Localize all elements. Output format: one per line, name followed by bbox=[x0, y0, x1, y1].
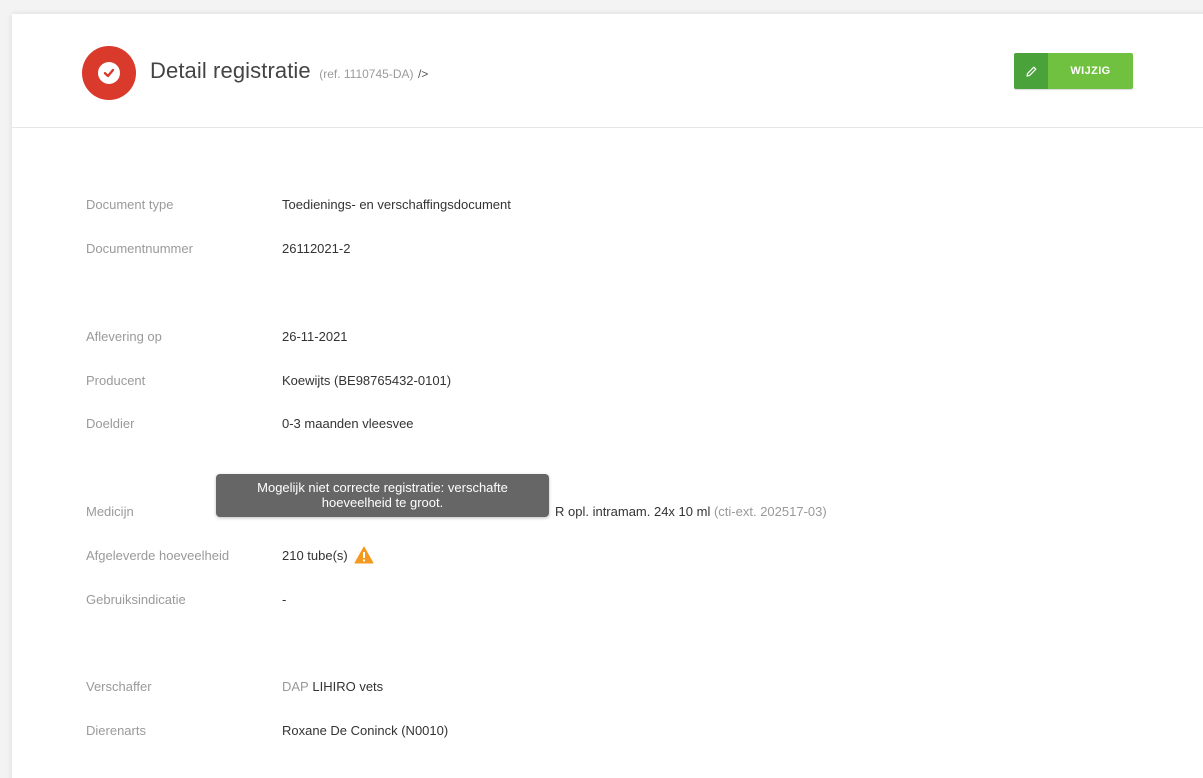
warning-triangle-icon[interactable] bbox=[354, 546, 374, 564]
edit-button-label: WIJZIG bbox=[1048, 53, 1133, 89]
row-documentnummer: Documentnummer 26112021-2 bbox=[86, 238, 1086, 258]
value-afgeleverde-hoeveelheid: 210 tube(s) bbox=[282, 546, 374, 564]
warning-icon-svg bbox=[354, 546, 374, 564]
edit-button[interactable]: WIJZIG bbox=[1014, 53, 1133, 89]
medicijn-name: R opl. intramam. 24x 10 ml bbox=[555, 503, 711, 519]
value-gebruiksindicatie: - bbox=[282, 591, 287, 607]
row-doeldier: Doeldier 0-3 maanden vleesvee bbox=[86, 413, 1086, 433]
check-icon bbox=[103, 68, 115, 78]
label-producent: Producent bbox=[86, 372, 146, 388]
verschaffer-prefix: DAP bbox=[282, 678, 309, 694]
row-gebruiksindicatie: Gebruiksindicatie - bbox=[86, 589, 1086, 609]
page-title: Detail registratie bbox=[150, 58, 311, 83]
label-dierenarts: Dierenarts bbox=[86, 722, 146, 738]
value-aflevering-op: 26-11-2021 bbox=[282, 328, 348, 344]
reference-number: (ref. 1110745-DA) bbox=[319, 67, 414, 81]
edit-icon-box bbox=[1014, 53, 1048, 89]
label-afgeleverde-hoeveelheid: Afgeleverde hoeveelheid bbox=[86, 547, 230, 563]
warning-tooltip: Mogelijk niet correcte registratie: vers… bbox=[216, 474, 549, 517]
reference-suffix: /> bbox=[417, 67, 429, 81]
quantity-text: 210 tube(s) bbox=[282, 547, 348, 563]
value-verschaffer: DAP LIHIRO vets bbox=[282, 679, 383, 694]
tooltip-line-1: Mogelijk niet correcte registratie: vers… bbox=[257, 480, 508, 495]
page-title-group: Detail registratie (ref. 1110745-DA) /> bbox=[150, 58, 428, 84]
row-aflevering-op: Aflevering op 26-11-2021 bbox=[86, 326, 1086, 346]
label-gebruiksindicatie: Gebruiksindicatie bbox=[86, 591, 186, 607]
value-dierenarts: Roxane De Coninck (N0010) bbox=[282, 722, 449, 738]
detail-header: Detail registratie (ref. 1110745-DA) /> … bbox=[12, 14, 1203, 128]
label-doeldier: Doeldier bbox=[86, 415, 135, 431]
status-check-icon bbox=[82, 46, 136, 100]
row-dierenarts: Dierenarts Roxane De Coninck (N0010) bbox=[86, 720, 1086, 740]
medicijn-code: (cti-ext. 202517-03) bbox=[713, 503, 827, 519]
label-documentnummer: Documentnummer bbox=[86, 240, 193, 256]
value-doeldier: 0-3 maanden vleesvee bbox=[282, 415, 414, 431]
label-aflevering-op: Aflevering op bbox=[86, 328, 162, 344]
tooltip-line-2: hoeveelheid te groot. bbox=[321, 495, 444, 510]
row-afgeleverde-hoeveelheid: Afgeleverde hoeveelheid 210 tube(s) bbox=[86, 545, 1086, 565]
pencil-icon bbox=[1025, 66, 1036, 77]
registration-detail-card: Detail registratie (ref. 1110745-DA) /> … bbox=[12, 14, 1203, 778]
value-document-type: Toedienings- en verschaffingsdocument bbox=[282, 196, 511, 212]
label-verschaffer: Verschaffer bbox=[86, 678, 152, 694]
row-document-type: Document type Toedienings- en verschaffi… bbox=[86, 194, 1086, 214]
value-producent: Koewijts (BE98765432-0101) bbox=[282, 372, 452, 388]
label-document-type: Document type bbox=[86, 196, 174, 212]
row-verschaffer: Verschaffer DAP LIHIRO vets bbox=[86, 676, 1086, 696]
row-producent: Producent Koewijts (BE98765432-0101) bbox=[86, 370, 1086, 390]
value-documentnummer: 26112021-2 bbox=[282, 240, 351, 256]
verschaffer-name: LIHIRO vets bbox=[312, 678, 384, 694]
status-inner-circle bbox=[98, 62, 120, 84]
